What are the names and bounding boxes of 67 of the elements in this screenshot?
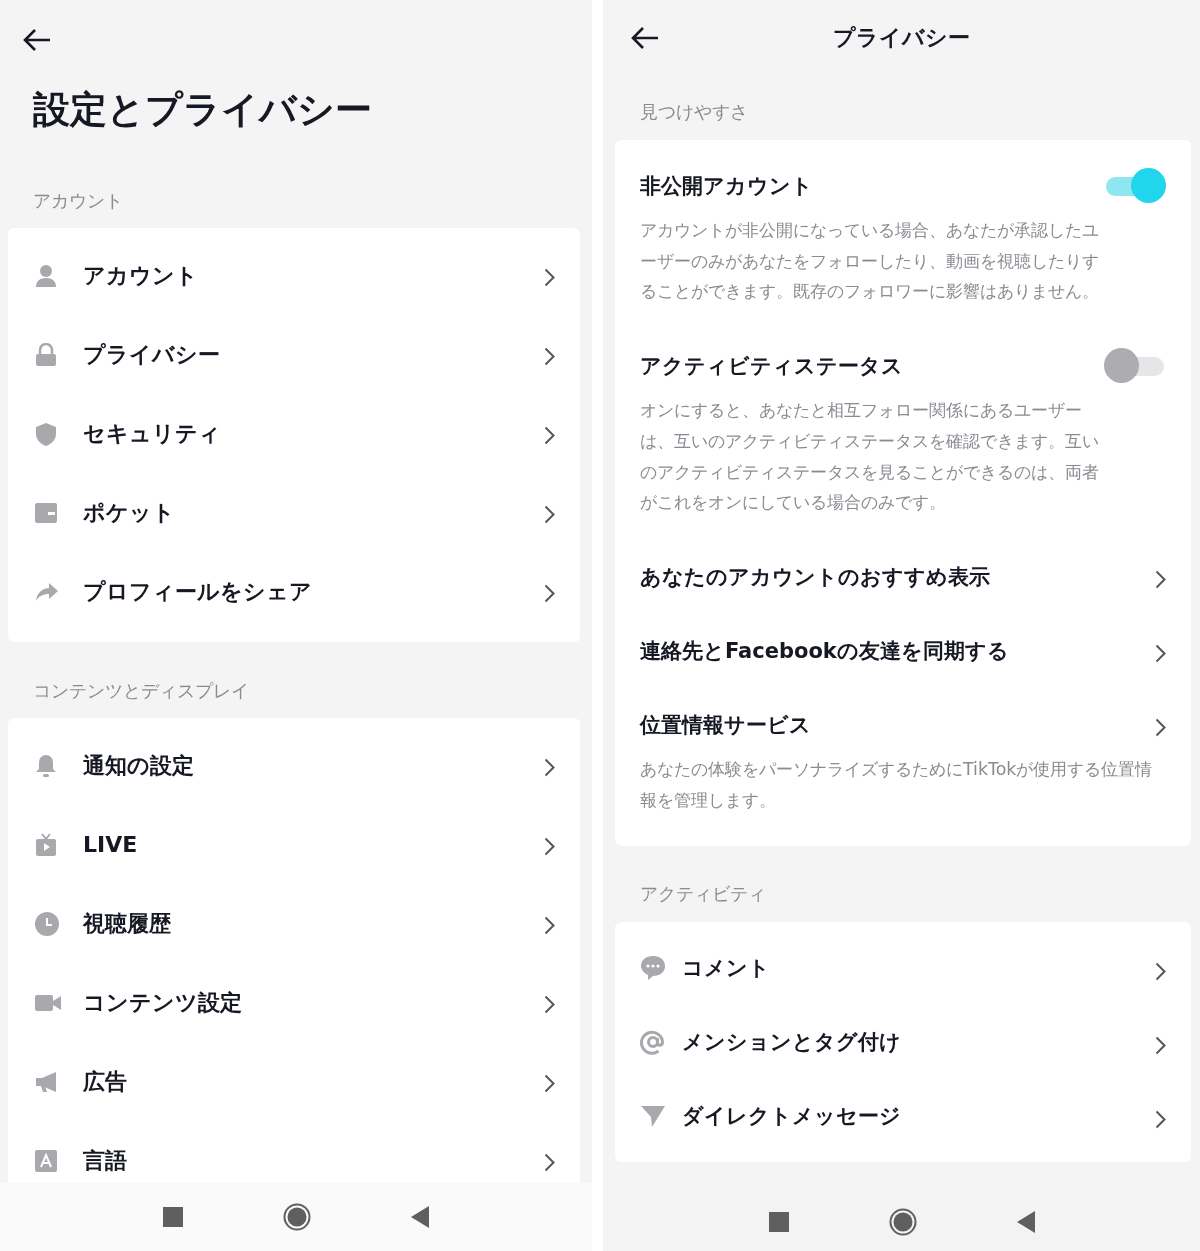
menu-item[interactable]: アカウント (83, 260, 198, 291)
page-title: プライバシー (833, 23, 970, 52)
lock-icon (35, 342, 57, 367)
home-icon[interactable] (888, 1208, 917, 1236)
shield-icon (35, 421, 57, 446)
home-icon[interactable] (283, 1203, 311, 1231)
chevron-icon (1155, 570, 1166, 590)
section-heading: 見つけやすさ (640, 100, 748, 124)
chevron-icon (544, 758, 555, 777)
menu-item[interactable]: ダイレクトメッセージ (682, 1101, 901, 1132)
menu-item[interactable]: コメント (682, 953, 770, 984)
chevron-icon (544, 916, 555, 935)
chevron-icon (1155, 1109, 1166, 1129)
menu-item[interactable]: 言語 (83, 1145, 127, 1176)
video-camera-icon (35, 993, 61, 1012)
chevron-icon (544, 995, 555, 1014)
megaphone-icon (35, 1070, 59, 1093)
chevron-icon (544, 347, 555, 366)
back-triangle-icon[interactable] (1016, 1211, 1035, 1233)
menu-item[interactable]: 視聴履歴 (83, 908, 171, 939)
menu-item[interactable]: 通知の設定 (83, 750, 194, 781)
clock-icon (35, 911, 59, 936)
setting-description: あなたの体験をパーソナライズするためにTikTokが使用する位置情報を管理します。 (640, 757, 1154, 812)
person-icon (35, 263, 57, 288)
menu-item[interactable]: LIVE (83, 829, 138, 860)
chevron-icon (544, 584, 555, 603)
setting-description: オンにすると、あなたと相互フォロー関係にあるユーザーは、互いのアクティビティステータスを確認できます。互いのアクティビティステータスを見ることができるのは、両者がこれをオンにしている場合のみです。 (640, 399, 1100, 515)
share-arrow-icon (35, 581, 59, 602)
chevron-icon (544, 268, 555, 287)
chevron-icon (1155, 644, 1166, 664)
setting-description: アカウントが非公開になっている場合、あなたが承認したユーザーのみがあなたをフォローしたり、動画を視聴したりすることができます。既存のフォロワーに影響はありません。 (640, 219, 1100, 304)
menu-item[interactable]: 連絡先とFacebookの友達を同期する (640, 635, 1009, 666)
wallet-icon (35, 502, 57, 523)
language-icon (35, 1149, 57, 1172)
toggle-switch[interactable] (1104, 168, 1166, 204)
setting-label: 非公開アカウント (640, 173, 813, 200)
section-heading: コンテンツとディスプレイ (33, 679, 249, 703)
section-heading: アクティビティ (640, 882, 766, 907)
chevron-icon (544, 505, 555, 524)
speech-bubble-icon (640, 955, 666, 982)
menu-item[interactable]: プライバシー (83, 339, 220, 370)
menu-item[interactable]: ポケット (83, 497, 175, 528)
chevron-icon (1155, 961, 1166, 981)
page-title: 設定とプライバシー (33, 87, 372, 133)
chevron-icon (544, 426, 555, 445)
chevron-icon (544, 1074, 555, 1093)
back-triangle-icon[interactable] (411, 1206, 429, 1228)
bell-icon (35, 753, 57, 778)
chevron-icon (1155, 1035, 1166, 1055)
menu-item[interactable]: プロフィールをシェア (83, 576, 312, 607)
chevron-icon (544, 837, 555, 856)
chevron-icon (1155, 718, 1166, 738)
menu-item[interactable]: 広告 (83, 1066, 127, 1097)
menu-item[interactable]: あなたのアカウントのおすすめ表示 (640, 561, 990, 592)
tv-play-icon (35, 832, 57, 857)
chevron-icon (544, 1153, 555, 1172)
menu-item[interactable]: セキュリティ (83, 418, 221, 449)
menu-item[interactable]: メンションとタグ付け (682, 1027, 901, 1058)
menu-item[interactable]: 位置情報サービス (640, 709, 811, 740)
recent-apps-icon[interactable] (768, 1212, 789, 1232)
setting-label: アクティビティステータス (640, 353, 903, 381)
toggle-switch[interactable] (1104, 348, 1166, 385)
menu-item[interactable]: コンテンツ設定 (83, 987, 242, 1018)
back-arrow-icon[interactable] (22, 28, 52, 52)
section-heading: アカウント (33, 189, 123, 213)
at-sign-icon (640, 1029, 666, 1056)
back-arrow-icon[interactable] (630, 25, 660, 50)
